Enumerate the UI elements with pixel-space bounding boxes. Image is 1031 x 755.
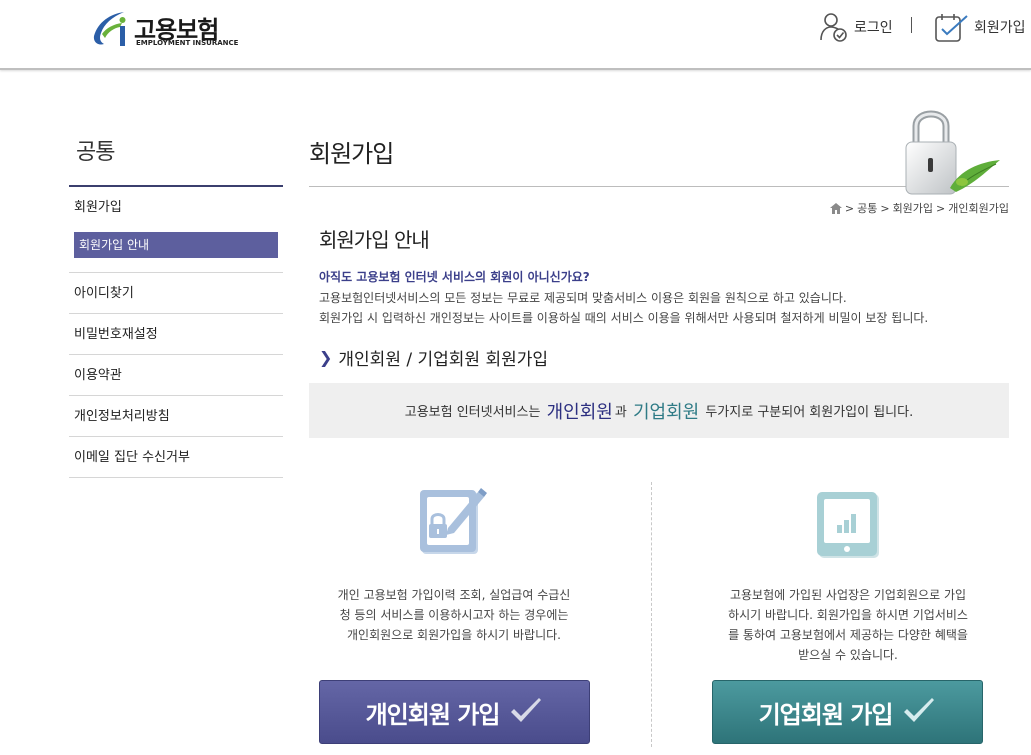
intro-text: 고용보험인터넷서비스의 모든 정보는 무료로 제공되며 맞춤서비스 이용은 회원… bbox=[319, 291, 847, 305]
page-title: 회원가입 bbox=[309, 140, 394, 168]
lock-image bbox=[905, 110, 1000, 195]
chevron-right-icon: ❯ bbox=[319, 348, 333, 367]
personal-description: 개인 고용보험 가입이력 조회, 실업급여 수급신청 등의 서비스를 이용하시고… bbox=[337, 588, 571, 642]
sidebar-submenu: 회원가입 안내 bbox=[69, 232, 283, 273]
sidebar-item-privacy[interactable]: 개인정보처리방침 bbox=[69, 396, 283, 437]
intro-text: 회원가입 시 입력하신 개인정보는 사이트를 이용하실 때의 서비스 이용을 위… bbox=[319, 311, 929, 325]
sidebar-item-find-id[interactable]: 아이디찾기 bbox=[69, 273, 283, 314]
sidebar-item-join[interactable]: 회원가입 bbox=[69, 187, 283, 223]
subsection-title-text: 개인회원 / 기업회원 회원가입 bbox=[338, 350, 549, 370]
logo-mark-icon bbox=[93, 12, 126, 46]
section-title: 회원가입 안내 bbox=[319, 228, 430, 252]
sidebar-item-terms[interactable]: 이용약관 bbox=[69, 355, 283, 396]
user-check-icon bbox=[820, 13, 847, 42]
notice-company: 기업회원 bbox=[632, 401, 700, 423]
sidebar-title: 공통 bbox=[76, 140, 115, 165]
subsection-title: ❯ 개인회원 / 기업회원 회원가입 bbox=[319, 345, 548, 370]
join-form-icon bbox=[935, 14, 968, 42]
notice-text: 두가지로 구분되어 회원가입이 됩니다. bbox=[705, 405, 914, 420]
notice-text: 고용보험 인터넷서비스는 bbox=[404, 405, 541, 420]
checkmark-icon bbox=[904, 698, 935, 722]
column-divider bbox=[651, 482, 652, 747]
personal-edit-icon bbox=[420, 488, 487, 554]
breadcrumb: > 공통 > 회원가입 > 개인회원가입 bbox=[829, 200, 1009, 216]
breadcrumb-item[interactable]: 공통 bbox=[857, 200, 877, 216]
breadcrumb-current: 개인회원가입 bbox=[948, 202, 1009, 215]
intro-question: 아직도 고용보험 인터넷 서비스의 회원이 아니신가요? bbox=[319, 270, 590, 284]
personal-join-button[interactable]: 개인회원 가입 bbox=[319, 680, 590, 744]
sidebar-nav: 회원가입 회원가입 안내 아이디찾기 비밀번호재설정 이용약관 개인정보처리방침… bbox=[69, 187, 283, 478]
logo-subtitle: EMPLOYMENT INSURANCE bbox=[136, 39, 239, 47]
join-link[interactable]: 회원가입 bbox=[934, 10, 1026, 44]
login-link[interactable]: 로그인 bbox=[818, 10, 893, 44]
notice-personal: 개인회원 bbox=[546, 401, 613, 423]
breadcrumb-separator: > bbox=[936, 201, 946, 215]
sidebar-item-join-guide[interactable]: 회원가입 안내 bbox=[74, 232, 278, 258]
header-separator bbox=[911, 17, 912, 33]
breadcrumb-separator: > bbox=[880, 201, 890, 215]
company-description: 고용보험에 가입된 사업장은 기업회원으로 가입 하시기 바랍니다. 회원가입을… bbox=[728, 588, 968, 662]
checkmark-icon bbox=[511, 698, 542, 722]
login-label: 로그인 bbox=[854, 20, 893, 36]
company-join-button[interactable]: 기업회원 가입 bbox=[712, 680, 983, 744]
site-header: 고용보험 EMPLOYMENT INSURANCE 로그인 회원가입 bbox=[0, 0, 1031, 70]
home-icon[interactable] bbox=[829, 202, 842, 214]
breadcrumb-separator: > bbox=[844, 201, 855, 215]
company-join-label: 기업회원 가입 bbox=[758, 700, 894, 729]
personal-join-label: 개인회원 가입 bbox=[365, 700, 501, 729]
member-type-notice: 고용보험 인터넷서비스는 개인회원 과 기업회원 두가지로 구분되어 회원가입이… bbox=[309, 383, 1009, 438]
sidebar-item-email-refusal[interactable]: 이메일 집단 수신거부 bbox=[69, 437, 283, 478]
site-logo[interactable]: 고용보험 EMPLOYMENT INSURANCE bbox=[90, 8, 238, 52]
company-tablet-icon bbox=[817, 492, 879, 558]
notice-text: 과 bbox=[614, 405, 627, 420]
sidebar-item-reset-password[interactable]: 비밀번호재설정 bbox=[69, 314, 283, 355]
breadcrumb-item[interactable]: 회원가입 bbox=[893, 200, 933, 216]
join-label: 회원가입 bbox=[974, 20, 1026, 36]
